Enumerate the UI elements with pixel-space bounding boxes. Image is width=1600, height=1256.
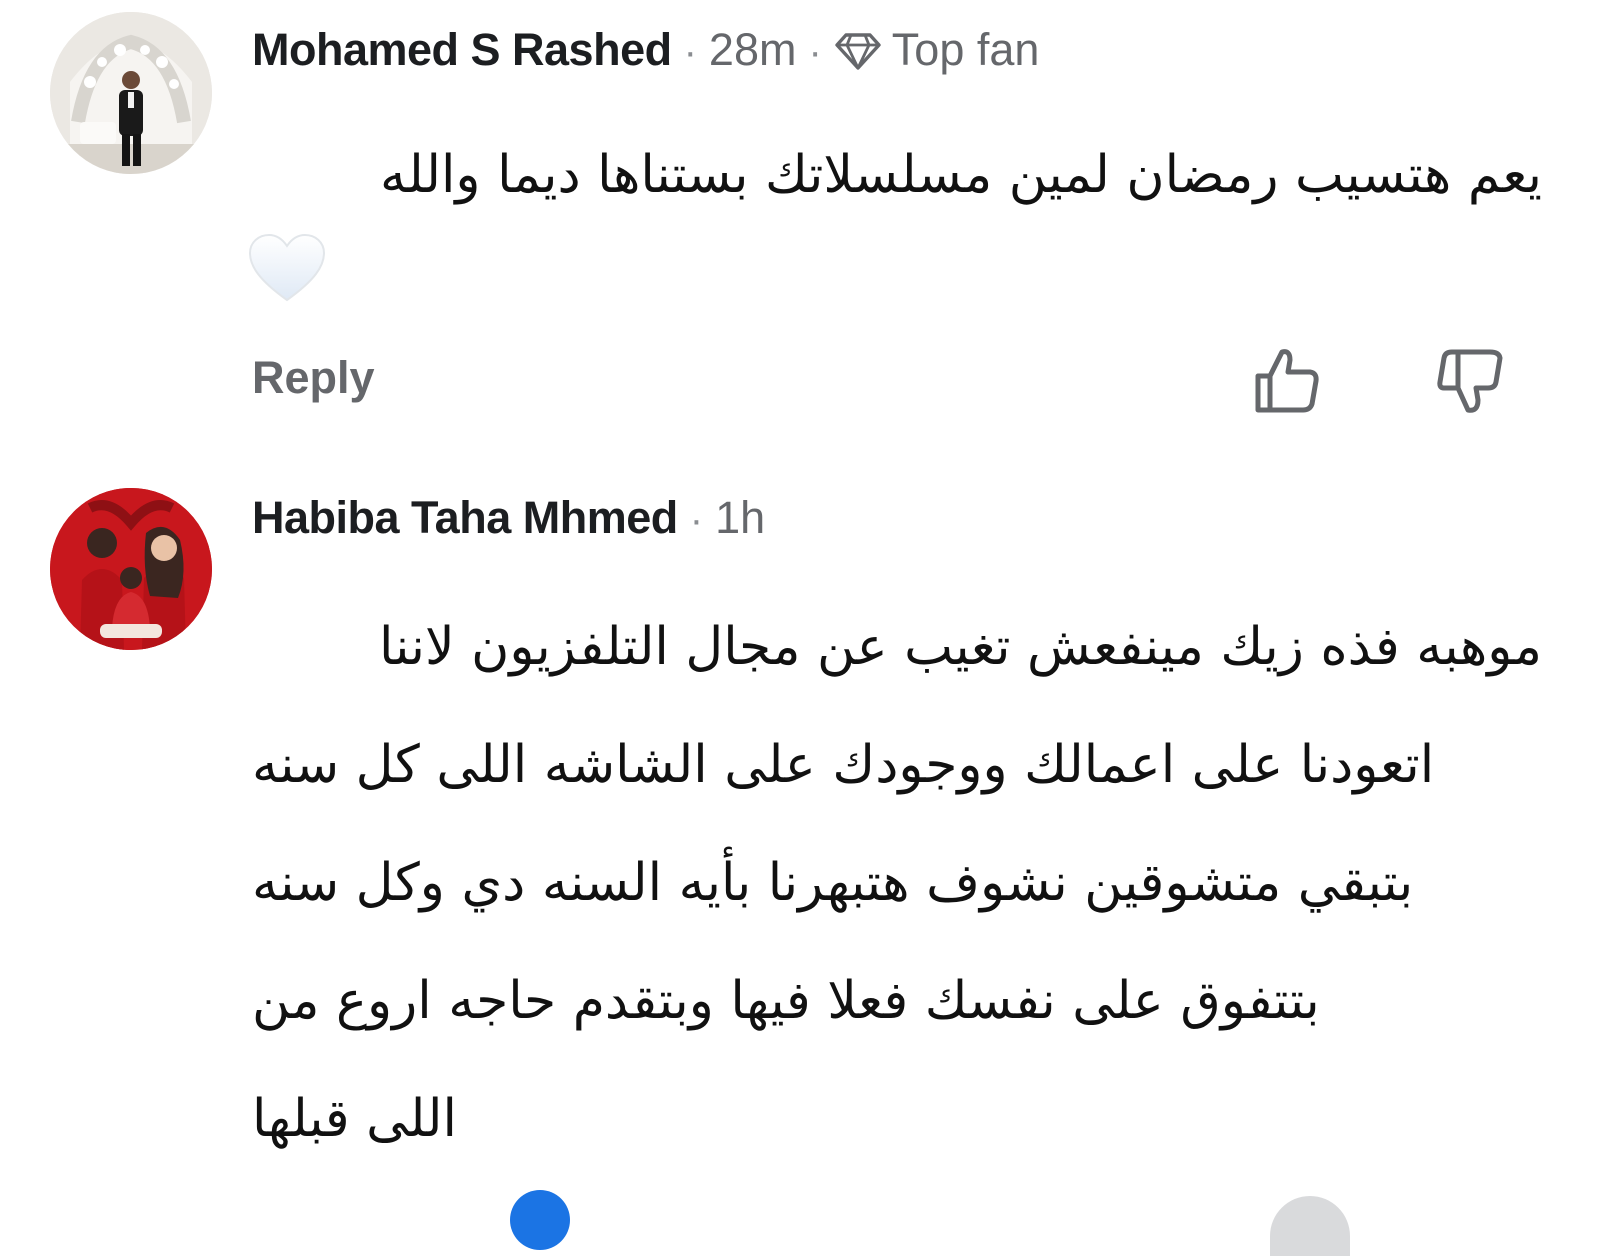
comment-text-line: موهبه فذه زيك مينفعش تغيب عن مجال التلفز… xyxy=(378,617,1542,677)
comment-1-header: Mohamed S Rashed · 28m · Top fan xyxy=(252,24,1039,76)
next-avatar-peek xyxy=(1270,1196,1350,1256)
separator-dot: · xyxy=(683,30,697,74)
comment-2-header: Habiba Taha Mhmed · 1h xyxy=(252,492,765,544)
avatar-mohamed[interactable] xyxy=(50,12,212,174)
comment-text-line: اللى قبلها xyxy=(252,1089,457,1149)
diamond-icon xyxy=(835,33,881,70)
next-reaction-peek xyxy=(510,1190,570,1250)
comment-text: موهبه فذه زيك مينفعش تغيب عن مجال التلفز… xyxy=(252,588,1542,1178)
comment-text-line: بتتفوق على نفسك فعلا فيها وبتقدم حاجه ار… xyxy=(252,971,1320,1031)
comment-text-line: اتعودنا على اعمالك ووجودك على الشاشه الل… xyxy=(252,735,1435,795)
white-heart-icon[interactable] xyxy=(247,232,327,304)
comment-author-name[interactable]: Mohamed S Rashed xyxy=(252,24,672,76)
comment-author-name[interactable]: Habiba Taha Mhmed xyxy=(252,492,678,544)
separator-dot: · xyxy=(808,30,822,74)
comment-text: يعم هتسيب رمضان لمين مسلسلاتك بستناها دي… xyxy=(252,135,1542,215)
top-fan-badge: Top fan xyxy=(891,24,1040,75)
thumbs-up-icon[interactable] xyxy=(1254,346,1322,414)
reply-button[interactable]: Reply xyxy=(252,352,375,404)
comment-text-line: يعم هتسيب رمضان لمين مسلسلاتك بستناها دي… xyxy=(380,145,1542,205)
comment-timestamp[interactable]: 28m xyxy=(709,24,797,76)
avatar-mohamed-image xyxy=(50,12,212,174)
avatar-habiba-image xyxy=(50,488,212,650)
separator-dot: · xyxy=(689,498,704,542)
comment-text-line: بتبقي متشوقين نشوف هتبهرنا بأيه السنه دي… xyxy=(252,853,1414,913)
comment-timestamp[interactable]: 1h xyxy=(715,492,765,544)
thumbs-down-icon[interactable] xyxy=(1436,348,1504,416)
avatar-habiba[interactable] xyxy=(50,488,212,650)
